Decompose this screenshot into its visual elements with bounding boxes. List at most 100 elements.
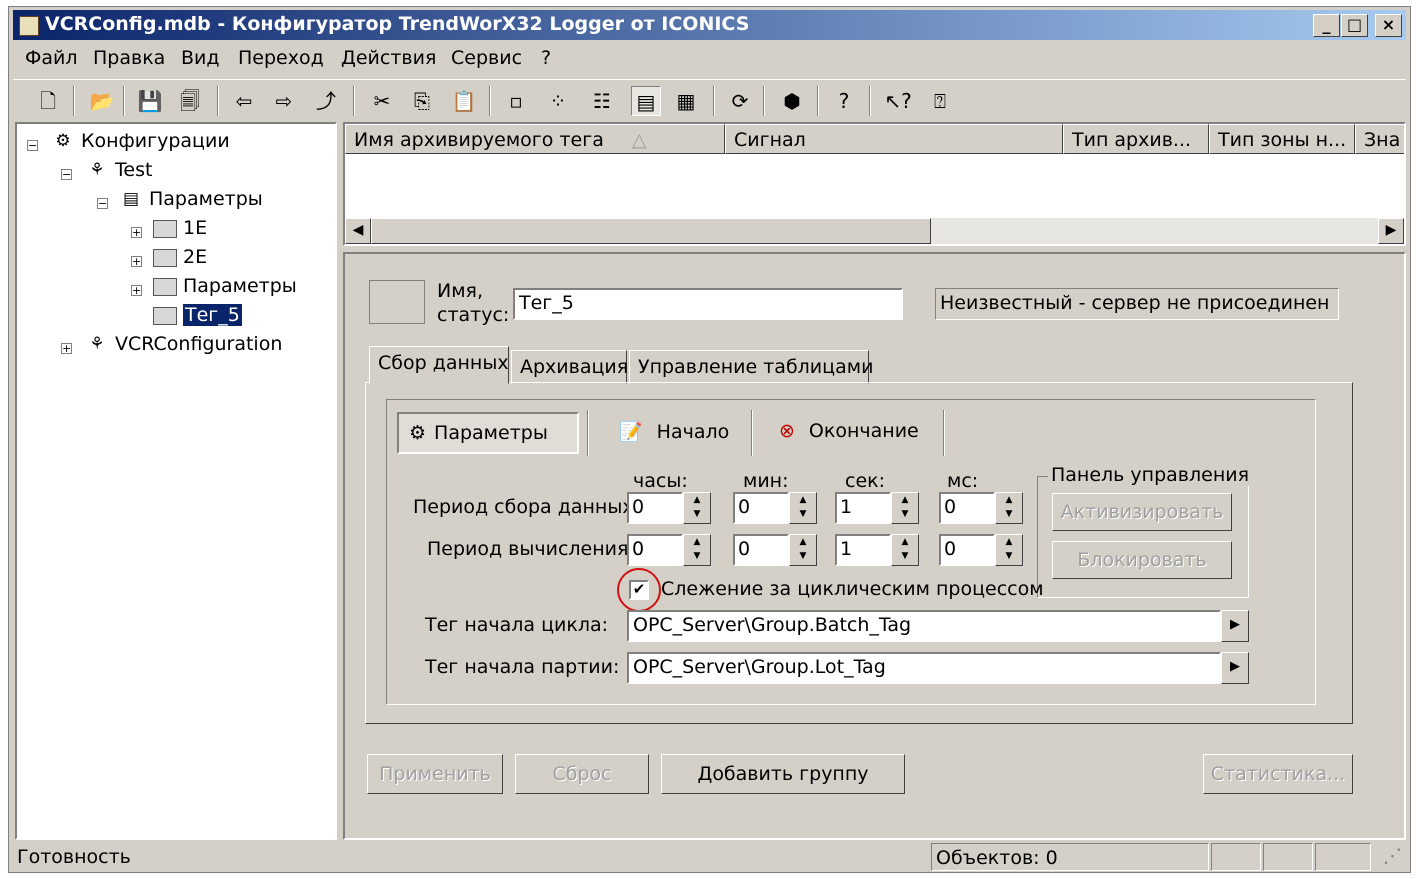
menu-go[interactable]: Переход	[238, 47, 324, 69]
stop-icon[interactable]: ⬢	[777, 86, 807, 116]
spinner-arrows-icon[interactable]: ▲ ▼	[995, 534, 1023, 566]
scroll-left-icon[interactable]: ◀	[345, 218, 371, 244]
subtab-end[interactable]: ⊗ Окончание	[769, 412, 949, 454]
cycle-start-tag-input[interactable]: OPC_Server\Group.Batch_Tag	[627, 610, 1221, 642]
up-folder-icon[interactable]: ⤴	[311, 86, 341, 116]
name-label: Имя,	[437, 280, 484, 302]
spinner-arrows-icon[interactable]: ▲ ▼	[789, 492, 817, 524]
tree-node-configurations[interactable]: ⚙ Конфигурации	[51, 130, 229, 153]
copy-icon[interactable]: ⎘	[407, 86, 437, 116]
collect-hours-spinner[interactable]: 0 ▲ ▼	[627, 492, 711, 524]
apply-button[interactable]: Применить	[367, 754, 503, 794]
tab-table-management[interactable]: Управление таблицами	[629, 350, 873, 384]
notepad-icon: 📝	[619, 421, 643, 443]
close-button[interactable]: ×	[1375, 14, 1402, 37]
spinner-arrows-icon[interactable]: ▲ ▼	[891, 534, 919, 566]
resize-grip-icon[interactable]: ⋰	[1383, 845, 1402, 867]
collapse-icon[interactable]: −	[97, 198, 108, 209]
menu-view[interactable]: Вид	[181, 47, 220, 69]
expand-icon[interactable]: +	[131, 256, 142, 267]
tab-archiving[interactable]: Архивация	[511, 350, 628, 384]
calc-minutes-spinner[interactable]: 0 ▲ ▼	[733, 534, 817, 566]
refresh-icon[interactable]: ⟳	[725, 86, 755, 116]
cut-icon[interactable]: ✂	[367, 86, 397, 116]
expand-icon[interactable]: +	[131, 227, 142, 238]
minimize-button[interactable]: _	[1313, 14, 1340, 37]
column-header-signal[interactable]: Сигнал	[725, 124, 1063, 154]
tree-node-test[interactable]: ⚘ Test	[85, 159, 152, 182]
cycle-tracking-label: Слежение за циклическим процессом	[661, 578, 1044, 600]
tree-node-parameters[interactable]: ▤ Параметры	[119, 188, 263, 211]
spinner-arrows-icon[interactable]: ▲ ▼	[683, 534, 711, 566]
expand-icon[interactable]: +	[131, 285, 142, 296]
back-arrow-icon[interactable]: ⇦	[229, 86, 259, 116]
collect-ms-spinner[interactable]: 0 ▲ ▼	[939, 492, 1023, 524]
details-icon[interactable]: ▤	[631, 86, 661, 116]
collapse-icon[interactable]: −	[61, 169, 72, 180]
tag-list[interactable]: Имя архивируемого тега △ Сигнал Тип архив…	[343, 122, 1406, 246]
statistics-button[interactable]: Статистика...	[1203, 754, 1353, 794]
tree-node-vcrconfiguration[interactable]: ⚘ VCRConfiguration	[85, 333, 282, 356]
properties-icon[interactable]: ▦	[671, 86, 701, 116]
menu-file[interactable]: Файл	[25, 47, 78, 69]
tree-node-tag5[interactable]: Тег_5	[153, 304, 242, 326]
tag-folder-icon	[369, 280, 425, 324]
new-file-icon[interactable]: 🗋	[33, 86, 63, 116]
toolbar-separator	[713, 86, 715, 116]
maximize-button[interactable]: □	[1341, 14, 1368, 37]
column-header-zone-type[interactable]: Тип зоны н...	[1209, 124, 1355, 154]
large-icons-icon[interactable]: ▫	[501, 86, 531, 116]
menu-actions[interactable]: Действия	[341, 47, 436, 69]
expand-icon[interactable]: +	[61, 343, 72, 354]
open-folder-icon[interactable]: 📂	[87, 86, 117, 116]
collect-seconds-spinner[interactable]: 1 ▲ ▼	[835, 492, 919, 524]
tag-name-input[interactable]: Тег_5	[513, 288, 903, 320]
lot-start-browse-icon[interactable]: ▶	[1221, 652, 1249, 684]
tree-node-1e[interactable]: 1E	[153, 217, 207, 239]
block-button[interactable]: Блокировать	[1052, 541, 1232, 579]
column-header-archive-type[interactable]: Тип архив...	[1063, 124, 1209, 154]
save-icon[interactable]: 💾	[135, 86, 165, 116]
status-panel	[1211, 843, 1261, 871]
spinner-arrows-icon[interactable]: ▲ ▼	[891, 492, 919, 524]
collapse-icon[interactable]: −	[27, 140, 38, 151]
tree-node-2e[interactable]: 2E	[153, 246, 207, 268]
menu-help[interactable]: ?	[541, 47, 551, 69]
activate-button[interactable]: Активизировать	[1052, 493, 1232, 531]
app-window: VCRConfig.mdb - Конфигуратор TrendWorX32…	[8, 6, 1411, 873]
add-group-button[interactable]: Добавить группу	[661, 754, 905, 794]
data-collection-panel: ⚙ Параметры 📝 Начало ⊗ Окончание часы: мин:…	[365, 382, 1353, 724]
column-header-value[interactable]: Зна	[1355, 124, 1404, 154]
cycle-start-browse-icon[interactable]: ▶	[1221, 610, 1249, 642]
reset-button[interactable]: Сброс	[515, 754, 649, 794]
calc-hours-spinner[interactable]: 0 ▲ ▼	[627, 534, 711, 566]
calc-seconds-spinner[interactable]: 1 ▲ ▼	[835, 534, 919, 566]
collect-minutes-spinner[interactable]: 0 ▲ ▼	[733, 492, 817, 524]
title-bar[interactable]: VCRConfig.mdb - Конфигуратор TrendWorX32…	[13, 10, 1406, 40]
config-tree[interactable]: − ⚙ Конфигурации − ⚘ Test − ▤ Параметры + 1…	[15, 122, 337, 840]
paste-icon[interactable]: 📋	[449, 86, 479, 116]
about-icon[interactable]: ⍰	[925, 86, 955, 116]
save-copy-icon[interactable]: 🗐	[175, 86, 205, 116]
calc-ms-spinner[interactable]: 0 ▲ ▼	[939, 534, 1023, 566]
small-icons-icon[interactable]: ⁘	[543, 86, 573, 116]
tree-node-parameters-folder[interactable]: Параметры	[153, 275, 297, 297]
subtab-start[interactable]: 📝 Начало	[609, 412, 745, 454]
window-title: VCRConfig.mdb - Конфигуратор TrendWorX32…	[45, 13, 750, 35]
context-help-icon[interactable]: ↖?	[883, 86, 913, 116]
menu-edit[interactable]: Правка	[93, 47, 165, 69]
spinner-arrows-icon[interactable]: ▲ ▼	[789, 534, 817, 566]
spinner-arrows-icon[interactable]: ▲ ▼	[683, 492, 711, 524]
lot-start-tag-input[interactable]: OPC_Server\Group.Lot_Tag	[627, 652, 1221, 684]
spinner-arrows-icon[interactable]: ▲ ▼	[995, 492, 1023, 524]
scroll-right-icon[interactable]: ▶	[1378, 218, 1404, 244]
tab-data-collection[interactable]: Сбор данных	[369, 346, 509, 384]
forward-arrow-icon[interactable]: ⇨	[269, 86, 299, 116]
horizontal-scrollbar[interactable]: ◀ ▶	[345, 218, 1404, 244]
menu-service[interactable]: Сервис	[451, 47, 522, 69]
subtab-parameters[interactable]: ⚙ Параметры	[397, 412, 579, 454]
column-header-tag-name[interactable]: Имя архивируемого тега △	[345, 124, 725, 154]
scroll-thumb[interactable]	[371, 218, 931, 244]
list-icon[interactable]: ☷	[587, 86, 617, 116]
help-icon[interactable]: ?	[829, 86, 859, 116]
